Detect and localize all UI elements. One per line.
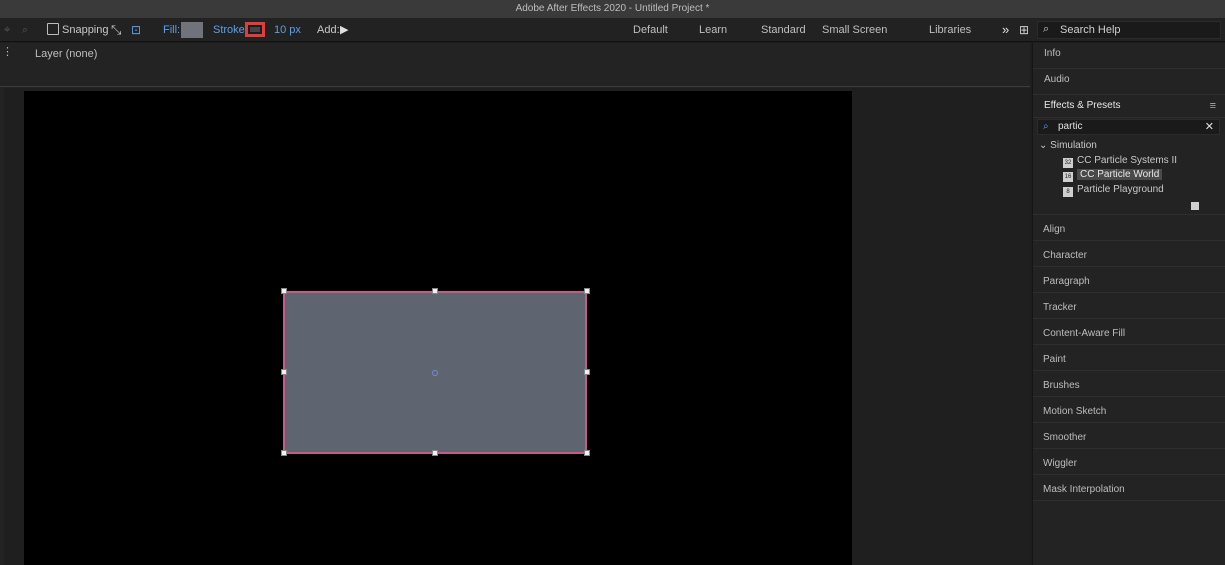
panel-brushes[interactable]: Brushes bbox=[1043, 380, 1080, 391]
panel-divider bbox=[1033, 370, 1225, 371]
panel-wiggler[interactable]: Wiggler bbox=[1043, 458, 1077, 469]
panel-divider bbox=[1033, 396, 1225, 397]
effect-bitdepth-icon: 32 bbox=[1063, 158, 1073, 168]
window-title: Adobe After Effects 2020 - Untitled Proj… bbox=[515, 3, 710, 14]
panel-smoother[interactable]: Smoother bbox=[1043, 432, 1086, 443]
panel-divider bbox=[1033, 500, 1225, 501]
transform-handle-left[interactable] bbox=[281, 369, 287, 375]
transform-handle-top-left[interactable] bbox=[281, 288, 287, 294]
add-play-icon[interactable]: ▶ bbox=[340, 18, 348, 42]
panel-mask-interpolation[interactable]: Mask Interpolation bbox=[1043, 484, 1125, 495]
transform-handle-bottom-left[interactable] bbox=[281, 450, 287, 456]
title-bar: Adobe After Effects 2020 - Untitled Proj… bbox=[0, 0, 1225, 18]
panel-divider bbox=[1033, 214, 1225, 215]
transform-handle-top[interactable] bbox=[432, 288, 438, 294]
effect-label: CC Particle Systems II bbox=[1077, 155, 1178, 166]
panel-content-aware-fill[interactable]: Content-Aware Fill bbox=[1043, 328, 1125, 339]
chevron-down-icon: ⌄ bbox=[1039, 140, 1048, 151]
panel-info[interactable]: Info bbox=[1033, 43, 1225, 69]
workspace-overflow-icon[interactable]: » bbox=[1002, 18, 1009, 42]
effect-bitdepth-icon: 8 bbox=[1063, 187, 1073, 197]
workspace-tab-default[interactable]: Default bbox=[633, 18, 668, 42]
snap-feature-icon[interactable]: ⊡ bbox=[131, 18, 141, 42]
workspace-tab-learn[interactable]: Learn bbox=[699, 18, 727, 42]
clear-search-icon[interactable]: ✕ bbox=[1205, 120, 1214, 133]
effects-search-value: partic bbox=[1058, 121, 1083, 132]
effects-category-simulation[interactable]: ⌄ Simulation bbox=[1039, 139, 1097, 152]
panel-menu-hamburger-icon[interactable]: ≡ bbox=[1210, 95, 1216, 117]
panel-motion-sketch[interactable]: Motion Sketch bbox=[1043, 406, 1106, 417]
panel-paragraph[interactable]: Paragraph bbox=[1043, 276, 1090, 287]
panel-menu-icon[interactable]: ⋮ bbox=[2, 45, 13, 58]
new-folder-icon[interactable] bbox=[1191, 202, 1199, 210]
layer-label: Layer (none) bbox=[35, 48, 98, 60]
panel-divider bbox=[1033, 422, 1225, 423]
snapping-label: Snapping bbox=[62, 24, 109, 36]
effect-item-cc-particle-systems-ii[interactable]: 32 CC Particle Systems II bbox=[1063, 154, 1178, 168]
search-icon: ⌕ bbox=[1043, 23, 1050, 35]
effects-search-icon: ⌕ bbox=[1043, 121, 1049, 132]
effects-search-input[interactable]: ⌕ partic ✕ bbox=[1037, 119, 1220, 135]
transform-handle-top-right[interactable] bbox=[584, 288, 590, 294]
category-label: Simulation bbox=[1050, 140, 1097, 151]
panel-effects-presets[interactable]: Effects & Presets ≡ bbox=[1033, 95, 1225, 118]
workspace-tab-libraries[interactable]: Libraries bbox=[929, 18, 971, 42]
tool-faded-icon[interactable]: ⌖ bbox=[4, 18, 10, 42]
stroke-width-value[interactable]: 10 px bbox=[274, 18, 301, 42]
panel-align[interactable]: Align bbox=[1043, 224, 1065, 235]
search-help-input[interactable]: ⌕ Search Help bbox=[1037, 21, 1221, 39]
fill-label[interactable]: Fill: bbox=[163, 18, 180, 42]
effect-item-cc-particle-world[interactable]: 16 CC Particle World bbox=[1063, 168, 1163, 182]
workspace-tab-standard[interactable]: Standard bbox=[761, 18, 806, 42]
workspace-switch-icon[interactable]: ⊞ bbox=[1019, 18, 1029, 42]
transform-handle-right[interactable] bbox=[584, 369, 590, 375]
panel-character[interactable]: Character bbox=[1043, 250, 1087, 261]
stroke-color-swatch[interactable] bbox=[245, 22, 265, 37]
panel-audio[interactable]: Audio bbox=[1033, 69, 1225, 95]
stroke-label[interactable]: Stroke: bbox=[213, 18, 248, 42]
panel-paint[interactable]: Paint bbox=[1043, 354, 1066, 365]
toolbar: ⌖ ⌕ Snapping ⤡ ⊡ Fill: Stroke: 10 px Add… bbox=[0, 18, 1225, 42]
effect-item-particle-playground[interactable]: 8 Particle Playground bbox=[1063, 183, 1164, 197]
panel-divider bbox=[1033, 240, 1225, 241]
anchor-point-icon[interactable] bbox=[432, 370, 438, 376]
snap-edge-icon[interactable]: ⤡ bbox=[111, 18, 121, 42]
layer-panel-header: ⋮ Layer (none) bbox=[0, 43, 1030, 87]
effect-label: Particle Playground bbox=[1077, 184, 1164, 195]
effects-presets-title: Effects & Presets bbox=[1044, 100, 1121, 111]
panel-divider bbox=[1033, 266, 1225, 267]
effect-label-selected: CC Particle World bbox=[1077, 169, 1163, 180]
effect-bitdepth-icon: 16 bbox=[1063, 172, 1073, 182]
fill-color-swatch[interactable] bbox=[181, 22, 203, 38]
workspace-tab-small-screen[interactable]: Small Screen bbox=[822, 18, 887, 42]
panel-divider bbox=[1033, 318, 1225, 319]
search-help-placeholder: Search Help bbox=[1060, 24, 1121, 36]
snapping-checkbox[interactable] bbox=[47, 23, 59, 35]
transform-handle-bottom[interactable] bbox=[432, 450, 438, 456]
add-label[interactable]: Add: bbox=[317, 18, 340, 42]
panel-divider bbox=[1033, 344, 1225, 345]
panel-tracker[interactable]: Tracker bbox=[1043, 302, 1077, 313]
tool-faded-icon-2[interactable]: ⌕ bbox=[22, 18, 28, 42]
panel-divider bbox=[1033, 292, 1225, 293]
panel-divider bbox=[1033, 474, 1225, 475]
transform-handle-bottom-right[interactable] bbox=[584, 450, 590, 456]
panel-divider bbox=[1033, 448, 1225, 449]
